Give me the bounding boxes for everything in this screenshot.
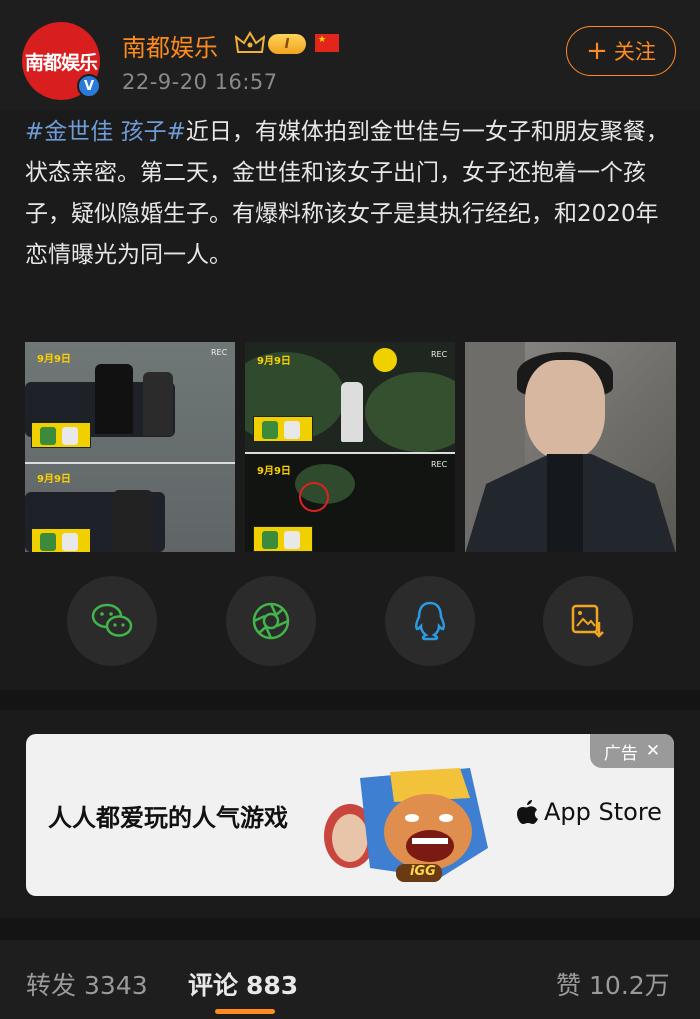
shirt-shape [547, 454, 583, 552]
china-flag-icon: ★ [315, 34, 339, 52]
like-label: 赞 [556, 971, 582, 1000]
post-header: 南都娱乐 V 南都娱乐 I ★ 22-9-20 16:57 + 关注 [0, 0, 700, 110]
app-store-link[interactable]: App Store [516, 798, 662, 826]
person-shape [95, 364, 133, 434]
ad-label: 广告 [603, 743, 638, 764]
face-inset-icon [373, 348, 397, 372]
save-image-icon [571, 604, 604, 638]
inset-thumbnail [253, 416, 313, 442]
follow-label: 关注 [613, 40, 656, 64]
account-name[interactable]: 南都娱乐 [122, 28, 218, 63]
inset-thumbnail [31, 422, 91, 448]
person-shape [113, 490, 153, 552]
post-action-bar: 转发 3343 评论 883 赞 10.2万 [0, 940, 700, 1019]
date-tag: 9月9日 [37, 354, 71, 365]
inset-thumbnail [31, 528, 91, 552]
media-grid: 9月9日 REC 9月9日 9月9日 REC 9月9日 REC [25, 342, 676, 552]
highlight-circle [299, 482, 329, 512]
section-divider [0, 690, 700, 710]
rec-label: REC [431, 460, 448, 469]
crown-icon [235, 31, 265, 53]
person-shape [341, 382, 363, 442]
moments-icon [252, 602, 290, 640]
share-wechat-button[interactable] [67, 576, 157, 666]
date-tag: 9月9日 [37, 474, 71, 485]
like-count: 10.2万 [589, 971, 670, 1000]
ad-headline: 人人都爱玩的人气游戏 [48, 804, 288, 832]
rec-label: REC [431, 350, 448, 359]
split-divider [25, 462, 235, 464]
inset-thumbnail [253, 526, 313, 552]
wechat-icon [91, 603, 133, 637]
comment-count: 883 [246, 971, 299, 1000]
app-store-label: App Store [544, 798, 662, 826]
comment-tab[interactable]: 评论 883 [188, 966, 298, 1002]
share-row [0, 576, 700, 668]
save-image-button[interactable] [543, 576, 633, 666]
post-text: #金世佳 孩子#近日，有媒体拍到金世佳与一女子和朋友聚餐，状态亲密。第二天，金世… [25, 112, 680, 276]
plus-icon: + [586, 36, 608, 66]
active-tab-indicator [215, 1009, 275, 1014]
repost-label: 转发 [26, 971, 77, 1000]
face-shape [525, 360, 605, 460]
hashtag-link[interactable]: #金世佳 孩子# [25, 119, 186, 145]
media-image-2[interactable]: 9月9日 REC 9月9日 REC [245, 342, 455, 552]
level-badge: I [268, 34, 306, 54]
ad-tag[interactable]: 广告 ✕ [590, 734, 674, 768]
like-tab[interactable]: 赞 10.2万 [556, 966, 670, 1002]
close-icon[interactable]: ✕ [646, 741, 660, 761]
apple-icon [517, 800, 538, 824]
share-qq-button[interactable] [385, 576, 475, 666]
media-image-3[interactable] [465, 342, 676, 552]
person-shape [143, 372, 173, 436]
comment-label: 评论 [188, 971, 239, 1000]
post-time: 22-9-20 16:57 [122, 70, 278, 94]
game-badge: iGG [410, 864, 436, 879]
date-tag: 9月9日 [257, 466, 291, 477]
tree-shape [365, 372, 455, 452]
rec-label: REC [211, 348, 228, 357]
share-moments-button[interactable] [226, 576, 316, 666]
qq-icon [414, 601, 446, 641]
media-image-1[interactable]: 9月9日 REC 9月9日 [25, 342, 235, 552]
verified-badge-icon: V [77, 74, 101, 98]
follow-button[interactable]: + 关注 [566, 26, 676, 76]
date-tag: 9月9日 [257, 356, 291, 367]
repost-tab[interactable]: 转发 3343 [26, 966, 148, 1002]
section-divider [0, 918, 700, 940]
avatar-text: 南都娱乐 [24, 51, 98, 74]
ad-card[interactable]: 广告 ✕ 人人都爱玩的人气游戏 iGG App Store [26, 734, 674, 896]
repost-count: 3343 [84, 971, 148, 1000]
